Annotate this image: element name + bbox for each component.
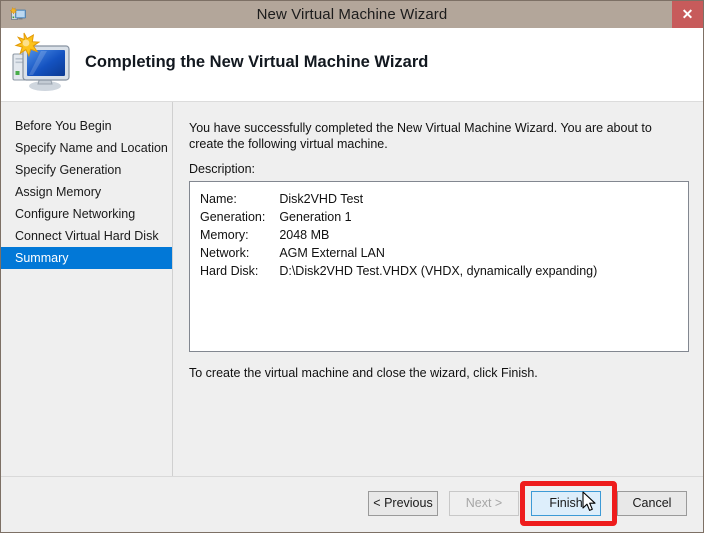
summary-row-value: D:\Disk2VHD Test.VHDX (VHDX, dynamically… — [279, 264, 598, 278]
previous-button[interactable]: < Previous — [368, 491, 438, 516]
title-bar: New Virtual Machine Wizard ✕ — [1, 1, 703, 28]
close-button[interactable]: ✕ — [672, 1, 703, 28]
sidebar-item-before-you-begin[interactable]: Before You Begin — [1, 115, 172, 137]
summary-row: Hard Disk: D:\Disk2VHD Test.VHDX (VHDX, d… — [200, 264, 597, 282]
summary-row-value: AGM External LAN — [279, 246, 385, 260]
summary-row: Generation: Generation 1 — [200, 210, 597, 228]
summary-row-value: Disk2VHD Test — [279, 192, 364, 206]
summary-row-key: Memory: — [200, 228, 249, 242]
summary-row: Memory: 2048 MB — [200, 228, 597, 246]
summary-table: Name: Disk2VHD Test Generation: Generation … — [200, 192, 597, 282]
next-button: Next > — [449, 491, 519, 516]
page-title: Completing the New Virtual Machine Wizar… — [85, 53, 429, 71]
close-icon: ✕ — [681, 6, 694, 22]
summary-row-key: Hard Disk: — [200, 264, 259, 278]
sidebar-item-configure-networking[interactable]: Configure Networking — [1, 203, 172, 225]
wizard-steps-sidebar: Before You Begin Specify Name and Locatio… — [1, 102, 173, 476]
sidebar-item-specify-generation[interactable]: Specify Generation — [1, 159, 172, 181]
window-title: New Virtual Machine Wizard — [256, 6, 448, 23]
new-virtual-machine-wizard-window: New Virtual Machine Wizard ✕ Completing … — [0, 0, 704, 533]
summary-row-key: Network: — [200, 246, 250, 260]
sidebar-item-summary[interactable]: Summary — [1, 247, 172, 269]
wizard-content-pane: You have successfully completed the New … — [174, 102, 703, 476]
wizard-body: Before You Begin Specify Name and Locatio… — [1, 102, 703, 476]
sidebar-item-specify-name-and-location[interactable]: Specify Name and Location — [1, 137, 172, 159]
sidebar-item-connect-virtual-hard-disk[interactable]: Connect Virtual Hard Disk — [1, 225, 172, 247]
summary-row-value: 2048 MB — [279, 228, 330, 242]
finish-hint-text: To create the virtual machine and close … — [189, 366, 538, 380]
virtual-machine-monitor-icon — [9, 32, 75, 94]
description-box: Name: Disk2VHD Test Generation: Generation … — [189, 181, 689, 352]
summary-row-key: Generation: — [200, 210, 266, 224]
finish-button[interactable]: Finish — [531, 491, 601, 516]
description-label: Description: — [189, 162, 255, 176]
summary-row: Network: AGM External LAN — [200, 246, 597, 264]
summary-row-key: Name: — [200, 192, 237, 206]
cancel-button[interactable]: Cancel — [617, 491, 687, 516]
wizard-header: Completing the New Virtual Machine Wizar… — [1, 28, 703, 102]
intro-text: You have successfully completed the New … — [189, 121, 652, 151]
wizard-button-bar: < Previous Next > Finish Cancel — [1, 476, 703, 532]
summary-row-value: Generation 1 — [279, 210, 352, 224]
sidebar-item-assign-memory[interactable]: Assign Memory — [1, 181, 172, 203]
summary-row: Name: Disk2VHD Test — [200, 192, 597, 210]
